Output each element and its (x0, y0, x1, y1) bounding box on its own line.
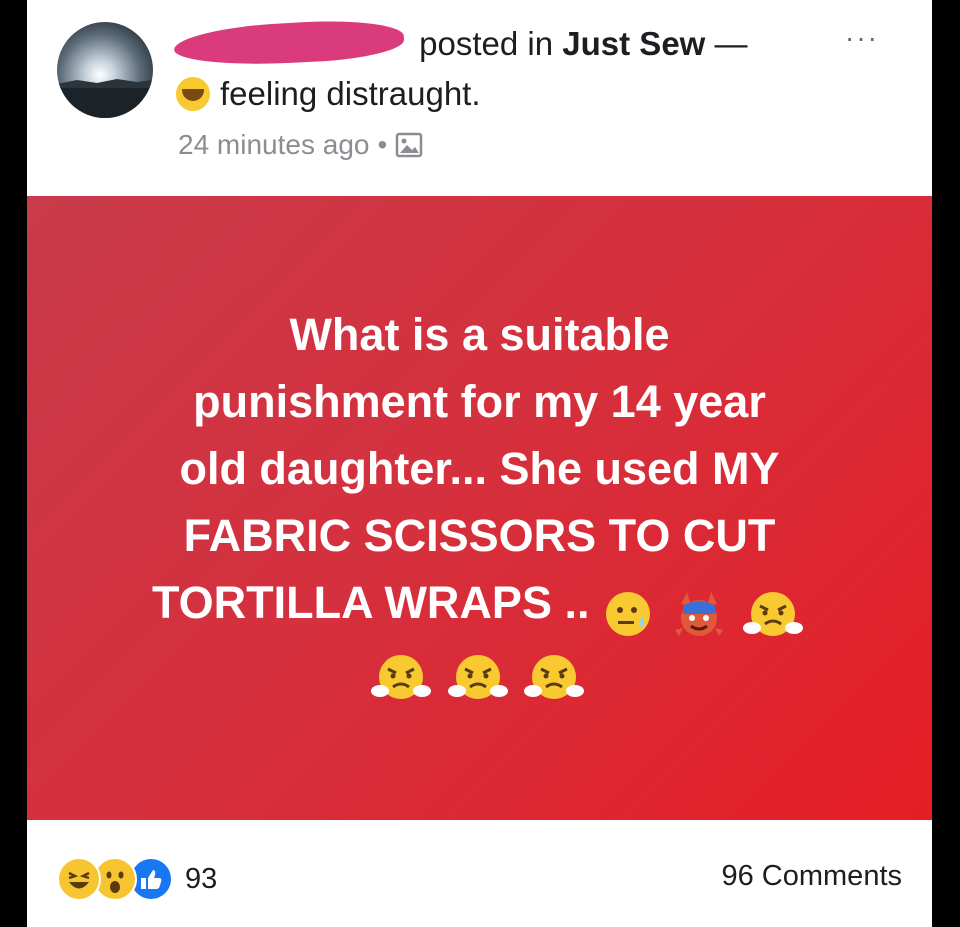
group-name-link[interactable]: Just Sew (562, 25, 705, 62)
post-meta: 24 minutes ago • (178, 127, 423, 167)
angry-face-icon (743, 592, 804, 637)
emoji-row-1 (602, 577, 807, 644)
post-header-line: posted in Just Sew — (173, 17, 748, 69)
emoji-row-2 (67, 640, 892, 707)
banner-line-with-emojis: TORTILLA WRAPS .. (67, 569, 892, 644)
comments-count-link[interactable]: 96 Comments (721, 860, 902, 893)
banner-line: old daughter... She used MY (179, 443, 780, 494)
meta-dot: • (377, 129, 388, 160)
angry-face-icon (524, 655, 585, 700)
banner-text: What is a suitable punishment for my 14 … (67, 301, 892, 707)
devil-face-icon (674, 592, 723, 637)
reaction-count: 93 (185, 862, 218, 895)
feeling-text: feeling distraught. (220, 75, 481, 112)
reaction-summary[interactable]: 93 (57, 856, 217, 902)
author-avatar[interactable] (57, 22, 153, 118)
angry-face-icon (370, 655, 431, 700)
redacted-author-name[interactable] (173, 17, 405, 69)
timestamp[interactable]: 24 minutes ago (178, 129, 369, 160)
feeling-line: feeling distraught. (176, 72, 481, 116)
post-card: posted in Just Sew — ··· feeling distrau… (27, 0, 932, 927)
posted-in-label: posted in (419, 25, 554, 62)
photo-icon (395, 131, 423, 167)
haha-icon (57, 857, 101, 901)
angry-face-icon (447, 655, 508, 700)
sweat-face-icon (605, 592, 650, 637)
header-dash: — (714, 25, 748, 62)
banner-line: FABRIC SCISSORS TO CUT (183, 510, 776, 561)
grinning-face-icon (176, 77, 210, 111)
banner-line: What is a suitable (289, 309, 670, 360)
banner-line: punishment for my 14 year (193, 376, 766, 427)
banner-line: TORTILLA WRAPS .. (151, 577, 590, 628)
more-options-icon[interactable]: ··· (845, 24, 879, 52)
text-background-banner: What is a suitable punishment for my 14 … (27, 196, 932, 820)
